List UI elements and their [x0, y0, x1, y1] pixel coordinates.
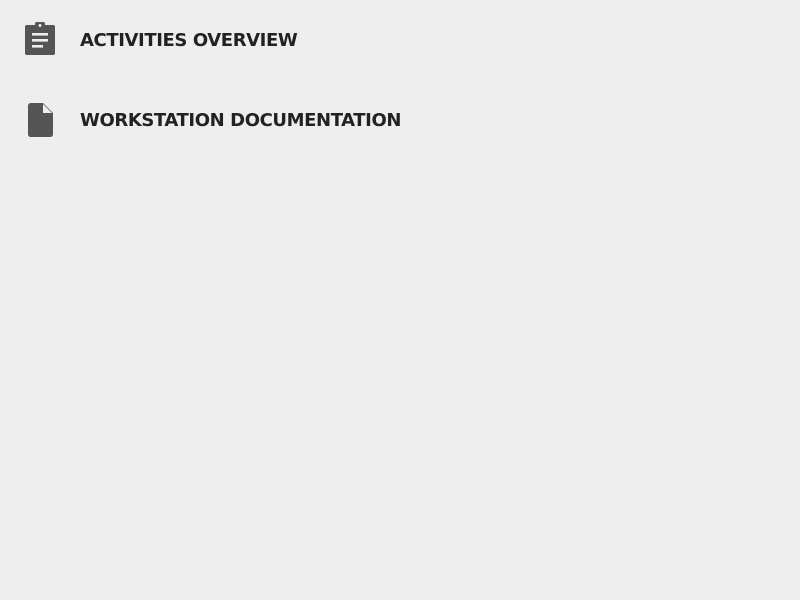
- clipboard-list-icon: [20, 20, 60, 60]
- menu-item-label: WORKSTATION DOCUMENTATION: [80, 110, 402, 131]
- menu-item-label: ACTIVITIES OVERVIEW: [80, 30, 298, 51]
- document-icon: [20, 100, 60, 140]
- menu-item-workstation-documentation[interactable]: WORKSTATION DOCUMENTATION: [0, 80, 800, 160]
- menu-item-activities-overview[interactable]: ACTIVITIES OVERVIEW: [0, 0, 800, 80]
